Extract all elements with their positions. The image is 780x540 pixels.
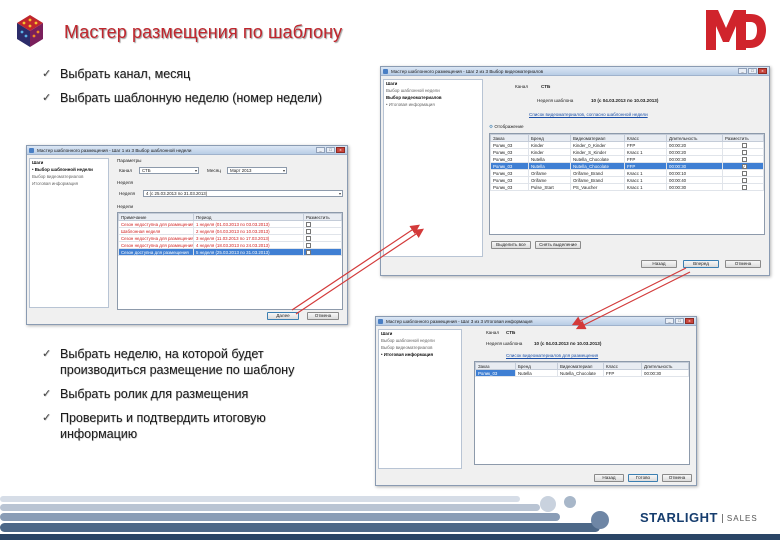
table-row[interactable]: Ролик_03 Nutella Nutella_Chocolate FFP 00:00…	[490, 155, 764, 163]
check-icon: ✓	[42, 92, 52, 104]
slide: Мастер размещения по шаблону ✓ Выбрать ка…	[0, 0, 780, 540]
forward-button[interactable]: Вперед	[683, 260, 719, 268]
channel-select[interactable]: СТБ	[139, 167, 199, 174]
steps-panel: Шаги • Выбор шаблонной недели Выбор виде…	[29, 158, 109, 308]
done-button[interactable]: Готово	[628, 474, 658, 482]
table-row[interactable]: Сезон доступна для размещения 5 неделя (2…	[118, 248, 342, 256]
display-toolbar[interactable]: ⚙ Отображение	[489, 124, 524, 130]
place-checkbox[interactable]	[306, 228, 311, 234]
title-bar: Мастер шаблонного размещения - Шаг 1 из …	[27, 146, 347, 155]
bullet-item: ✓ Выбрать ролик для размещения	[42, 387, 249, 401]
back-button[interactable]: Назад	[594, 474, 624, 482]
steps-panel: Шаги Выбор шаблонной недели Выбор видеом…	[383, 79, 483, 257]
bullets-top: ✓ Выбрать канал, месяц ✓ Выбрать шаблонную…	[40, 66, 360, 114]
starlight-logo: STARLIGHT SALES	[640, 510, 758, 525]
place-checkbox[interactable]	[741, 142, 747, 148]
check-icon: ✓	[42, 348, 52, 360]
summary-table: Заказ Бренд Видеоматериал Класс Длительност…	[474, 361, 690, 465]
videos-table: Заказ Бренд Видеоматериал Класс Длительност…	[489, 133, 765, 235]
table-row[interactable]: Ролик_03 Kinder Kinder_0_Kinder FFP 00:00:20	[490, 141, 764, 149]
bullet-item: ✓ Проверить и подтвердить итоговую информ…	[42, 411, 266, 441]
bullets-bottom: ✓ Выбрать неделю, на которой будет произв…	[40, 346, 340, 450]
bullet-item: ✓ Выбрать неделю, на которой будет произв…	[42, 347, 295, 377]
place-checkbox[interactable]	[741, 170, 747, 176]
minimize-button[interactable]: _	[738, 68, 747, 74]
maximize-button[interactable]: □	[326, 147, 335, 153]
slide-title: Мастер размещения по шаблону	[64, 22, 343, 42]
app-icon	[378, 319, 383, 324]
deselect-button[interactable]: Снять выделение	[535, 241, 581, 249]
place-checkbox[interactable]	[741, 149, 747, 155]
title-bar: Мастер шаблонного размещения - Шаг 2 из …	[381, 67, 769, 76]
place-checkbox[interactable]	[741, 177, 747, 183]
cancel-button[interactable]: Отмена	[725, 260, 761, 268]
place-checkbox[interactable]: ✓	[306, 249, 311, 255]
title-bar: Мастер шаблонного размещения - Шаг 3 из …	[376, 317, 696, 326]
steps-panel: Шаги Выбор шаблонной недели Выбор видеом…	[378, 329, 462, 469]
place-checkbox[interactable]	[741, 184, 747, 190]
cancel-button[interactable]: Отмена	[307, 312, 339, 320]
app-icon	[29, 148, 34, 153]
table-row[interactable]: Сезон недоступна для размещения 1 неделя …	[118, 220, 342, 228]
maximize-button[interactable]: □	[748, 68, 757, 74]
month-select[interactable]: Март 2013	[227, 167, 287, 174]
place-checkbox[interactable]	[306, 242, 311, 248]
table-row[interactable]: Ролик_03 Nutella Nutella_Chocolate FFP 00:00…	[475, 369, 689, 377]
table-row[interactable]: Ролик_03 Pulse_Start PS_Vaucher Класс 1 00:0…	[490, 183, 764, 191]
toolbar-icon: ⚙	[489, 124, 494, 129]
minimize-button[interactable]: _	[665, 318, 674, 324]
table-row[interactable]: Ролик_03 Nutella Nutella_Chocolate FFP 00:00…	[490, 162, 764, 170]
table-row[interactable]: Шаблонная неделя 2 неделя (04.03.2013 по …	[118, 227, 342, 235]
place-checkbox[interactable]	[306, 221, 311, 227]
bullet-item: ✓ Выбрать шаблонную неделю (номер недели)	[42, 91, 323, 105]
check-icon: ✓	[42, 412, 52, 424]
table-row[interactable]: Ролик_03 Kinder Kinder_S_Kinder Класс 1 00:0…	[490, 148, 764, 156]
cube-logo-icon	[17, 15, 43, 47]
weeks-table: Примечание Период Разместить Сезон недос…	[117, 212, 343, 310]
week-select[interactable]: 4 (с 25.03.2013 по 31.03.2013)	[143, 190, 343, 197]
place-checkbox[interactable]	[306, 235, 311, 241]
cancel-button[interactable]: Отмена	[662, 474, 692, 482]
table-row[interactable]: Ролик_03 Orifame Orifame_Brand Класс 1 00:00…	[490, 176, 764, 184]
table-row[interactable]: Сезон недоступна для размещения 4 неделя …	[118, 241, 342, 249]
maximize-button[interactable]: □	[675, 318, 684, 324]
check-icon: ✓	[42, 68, 52, 80]
close-button[interactable]: x	[336, 147, 345, 153]
bullet-item: ✓ Выбрать канал, месяц	[42, 67, 191, 81]
close-button[interactable]: x	[758, 68, 767, 74]
md-logo	[706, 10, 766, 50]
wizard-step3-window: Мастер шаблонного размещения - Шаг 3 из …	[375, 316, 697, 486]
check-icon: ✓	[42, 388, 52, 400]
minimize-button[interactable]: _	[316, 147, 325, 153]
wizard-step2-window: Мастер шаблонного размещения - Шаг 2 из …	[380, 66, 770, 276]
table-row[interactable]: Сезон недоступна для размещения 3 неделя …	[118, 234, 342, 242]
close-button[interactable]: x	[685, 318, 694, 324]
wizard-step1-window: Мастер шаблонного размещения - Шаг 1 из …	[26, 145, 348, 325]
next-button[interactable]: Далее	[267, 312, 299, 320]
select-all-button[interactable]: Выделить все	[491, 241, 531, 249]
place-checkbox[interactable]: ✓	[741, 163, 747, 169]
app-icon	[383, 69, 388, 74]
back-button[interactable]: Назад	[641, 260, 677, 268]
table-row[interactable]: Ролик_03 Orifame Orifame_Brand Класс 1 00:00…	[490, 169, 764, 177]
place-checkbox[interactable]	[741, 156, 747, 162]
